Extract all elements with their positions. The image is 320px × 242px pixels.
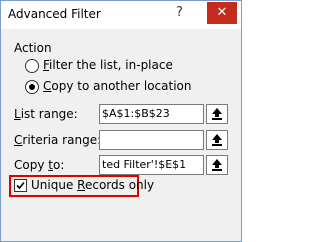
radio-filter-in-place-label[interactable]: Filter the list, in-place (43, 58, 173, 72)
list-range-ref-button[interactable] (206, 104, 228, 124)
close-button[interactable]: ✕ (207, 2, 237, 24)
dialog-title: Advanced Filter (8, 7, 101, 21)
copy-to-input[interactable]: ted Filter'!$E$1 (99, 155, 204, 175)
title-bar: Advanced Filter ? ✕ (1, 1, 241, 29)
check-icon (16, 181, 25, 190)
button-area (1, 207, 241, 241)
advanced-filter-dialog: Advanced Filter ? ✕ Action Filter the li… (0, 0, 242, 242)
radio-filter-in-place[interactable] (25, 59, 39, 73)
collapse-dialog-icon (212, 134, 222, 146)
radio-copy-to-location[interactable] (25, 80, 39, 94)
criteria-range-label: Criteria range: (14, 133, 102, 147)
copy-to-label: Copy to: (14, 158, 65, 172)
criteria-range-ref-button[interactable] (206, 130, 228, 150)
unique-records-label[interactable]: Unique Records only (31, 178, 154, 192)
action-group-label: Action (14, 41, 52, 55)
list-range-input[interactable]: $A$1:$B$23 (99, 104, 204, 124)
help-button[interactable]: ? (176, 5, 183, 20)
collapse-dialog-icon (212, 108, 222, 120)
collapse-dialog-icon (212, 159, 222, 171)
copy-to-ref-button[interactable] (206, 155, 228, 175)
list-range-label: List range: (14, 107, 78, 121)
unique-records-checkbox[interactable] (14, 179, 27, 192)
radio-copy-to-location-label[interactable]: Copy to another location (43, 79, 191, 93)
criteria-range-input[interactable] (99, 130, 204, 150)
